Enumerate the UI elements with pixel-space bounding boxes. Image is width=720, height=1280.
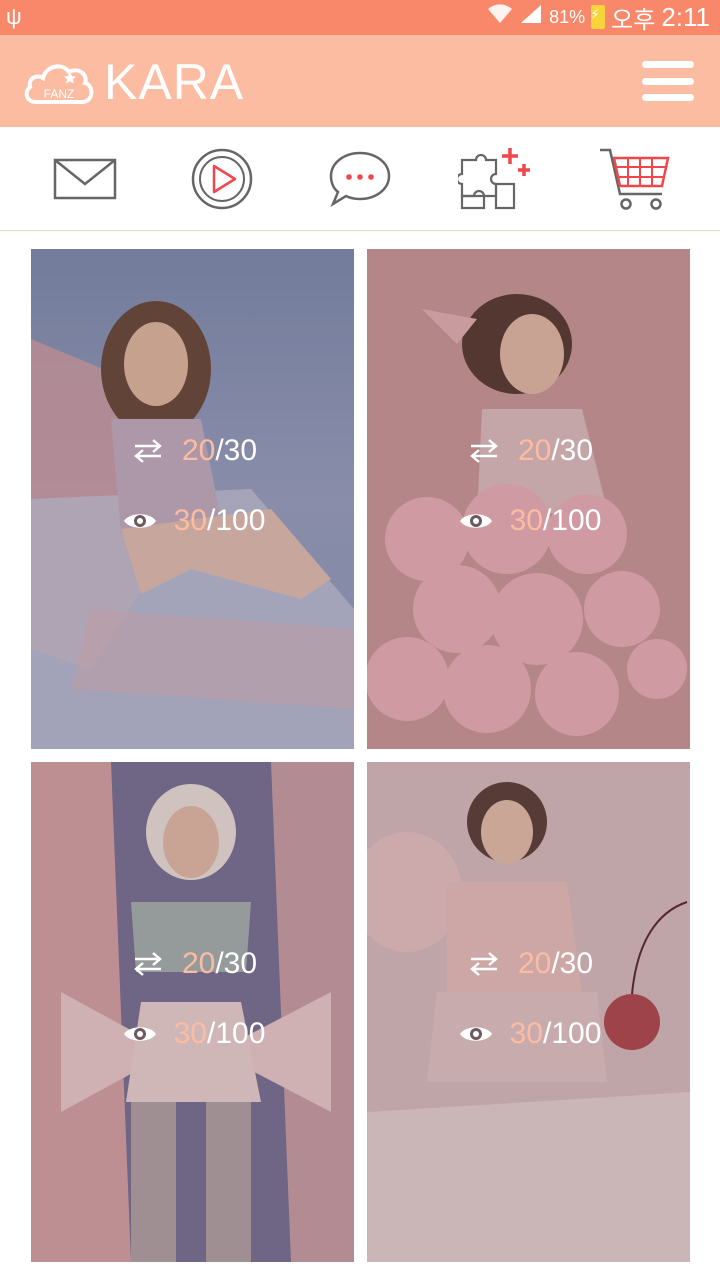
chat-button[interactable] <box>310 127 410 231</box>
chat-bubble-icon <box>329 151 391 208</box>
eye-icon <box>120 1022 160 1046</box>
swap-stat: 20/30 <box>367 947 690 981</box>
eye-icon <box>120 509 160 533</box>
swap-arrows-icon <box>464 438 504 464</box>
play-button[interactable] <box>172 127 272 231</box>
swap-arrows-icon <box>128 438 168 464</box>
play-icon <box>191 148 253 210</box>
menu-bar <box>642 61 694 68</box>
photo-overlay <box>31 249 354 749</box>
time-ampm: 오후 <box>611 6 656 34</box>
wifi-icon <box>487 3 513 31</box>
photo-overlay <box>367 762 690 1262</box>
photo-card[interactable]: 20/30 30/100 <box>367 762 690 1262</box>
views-stat: 30/100 <box>367 504 690 538</box>
photo-card[interactable]: 20/30 30/100 <box>31 249 354 749</box>
shopping-cart-icon <box>600 148 670 210</box>
envelope-icon <box>53 158 117 200</box>
usb-icon: ψ <box>6 4 22 29</box>
photo-card[interactable]: 20/30 30/100 <box>31 762 354 1262</box>
app-header: FANZ KARA <box>0 35 720 127</box>
photo-overlay <box>31 762 354 1262</box>
hamburger-menu-button[interactable] <box>642 61 694 101</box>
cart-button[interactable] <box>585 127 685 231</box>
views-stat: 30/100 <box>31 504 354 538</box>
eye-icon <box>456 1022 496 1046</box>
menu-bar <box>642 94 694 101</box>
status-bar: ψ 81% 오후 2:11 <box>0 0 720 35</box>
photo-card[interactable]: 20/30 30/100 <box>367 249 690 749</box>
swap-arrows-icon <box>464 951 504 977</box>
swap-stat: 20/30 <box>31 434 354 468</box>
swap-count: 20/30 <box>517 434 594 467</box>
views-stat: 30/100 <box>31 1017 354 1051</box>
swap-arrows-icon <box>128 951 168 977</box>
app-title: KARA <box>104 54 245 110</box>
menu-bar <box>642 77 694 85</box>
swap-stat: 20/30 <box>367 434 690 468</box>
views-count: 30/100 <box>509 1017 602 1050</box>
signal-icon <box>519 3 543 31</box>
swap-stat: 20/30 <box>31 947 354 981</box>
swap-count: 20/30 <box>181 947 258 980</box>
photo-overlay <box>367 249 690 749</box>
swap-count: 20/30 <box>517 947 594 980</box>
views-count: 30/100 <box>509 504 602 537</box>
battery-charging-icon <box>590 5 606 29</box>
views-count: 30/100 <box>173 1017 266 1050</box>
clock: 2:11 <box>661 1 710 32</box>
fanz-cloud-logo-icon: FANZ <box>24 64 94 104</box>
status-right: 81% 오후 2:11 <box>487 1 710 34</box>
swap-count: 20/30 <box>181 434 258 467</box>
logo-text: FANZ <box>44 87 75 101</box>
mail-button[interactable] <box>35 127 135 231</box>
battery-percent: 81% <box>549 6 586 27</box>
puzzle-add-button[interactable] <box>446 127 546 231</box>
views-count: 30/100 <box>173 504 266 537</box>
puzzle-plus-icon <box>458 148 530 210</box>
views-stat: 30/100 <box>367 1017 690 1051</box>
eye-icon <box>456 509 496 533</box>
action-bar <box>0 127 720 231</box>
